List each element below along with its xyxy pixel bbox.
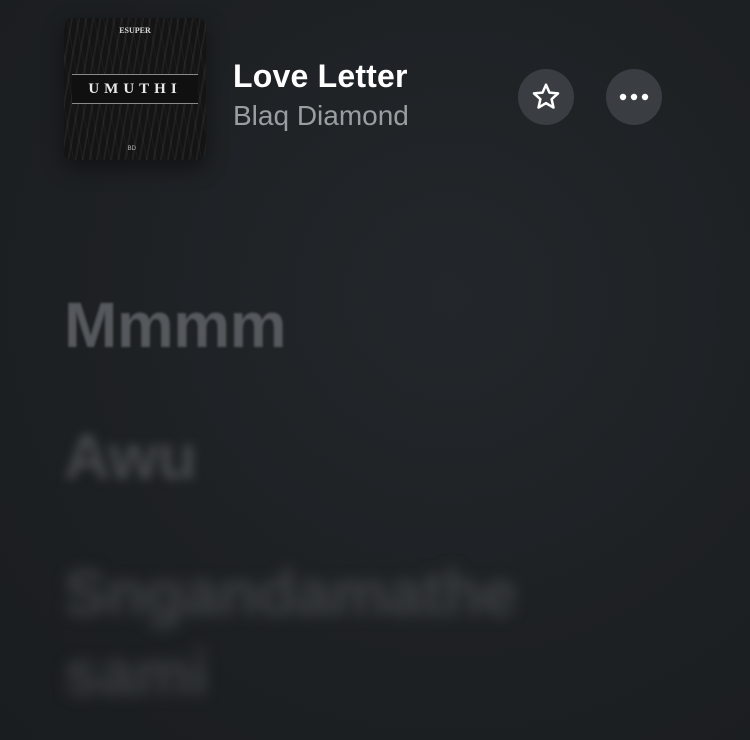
more-options-button[interactable]	[606, 69, 662, 125]
favorite-button[interactable]	[518, 69, 574, 125]
album-label-badge: ESUPER	[119, 26, 151, 35]
star-icon	[530, 81, 562, 113]
album-corner-mark: BD	[127, 146, 136, 152]
ellipsis-icon	[617, 92, 651, 102]
album-artwork[interactable]: ESUPER UMUTHI BD	[64, 18, 206, 160]
lyric-line[interactable]: Awu	[64, 420, 197, 494]
lyric-line[interactable]: sami	[64, 636, 208, 710]
song-artist[interactable]: Blaq Diamond	[233, 100, 409, 132]
song-title[interactable]: Love Letter	[233, 58, 408, 95]
album-title-band: UMUTHI	[72, 74, 198, 104]
lyric-line[interactable]: Sngandamathe	[64, 556, 517, 630]
now-playing-screen: ESUPER UMUTHI BD Love Letter Blaq Diamon…	[0, 0, 750, 740]
lyric-line[interactable]: Mmmm	[64, 288, 287, 362]
album-title-text: UMUTHI	[88, 80, 182, 97]
